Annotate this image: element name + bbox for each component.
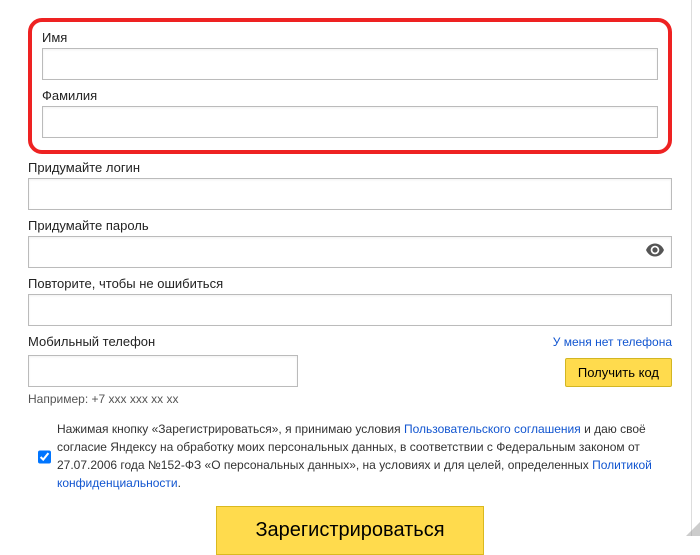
phone-example: Например: +7 xxx xxx xx xx bbox=[28, 392, 672, 406]
password-confirm-label: Повторите, чтобы не ошибиться bbox=[28, 276, 672, 291]
password-confirm-field: Повторите, чтобы не ошибиться bbox=[28, 276, 672, 326]
login-field: Придумайте логин bbox=[28, 160, 672, 210]
login-input[interactable] bbox=[28, 178, 672, 210]
terms-suffix: . bbox=[178, 476, 181, 490]
phone-label: Мобильный телефон bbox=[28, 334, 155, 349]
registration-form: Имя Фамилия Придумайте логин Придумайте … bbox=[0, 0, 700, 555]
password-confirm-input[interactable] bbox=[28, 294, 672, 326]
get-code-button[interactable]: Получить код bbox=[565, 358, 672, 387]
lastname-label: Фамилия bbox=[42, 88, 658, 103]
user-agreement-link[interactable]: Пользовательского соглашения bbox=[404, 422, 581, 436]
password-field: Придумайте пароль bbox=[28, 218, 672, 268]
lastname-input[interactable] bbox=[42, 106, 658, 138]
firstname-field: Имя bbox=[42, 30, 658, 80]
name-highlight-box: Имя Фамилия bbox=[28, 18, 672, 154]
eye-icon[interactable] bbox=[646, 244, 664, 261]
terms-text: Нажимая кнопку «Зарегистрироваться», я п… bbox=[57, 420, 672, 492]
terms-checkbox[interactable] bbox=[38, 422, 51, 492]
divider bbox=[691, 0, 692, 536]
firstname-label: Имя bbox=[42, 30, 658, 45]
phone-input[interactable] bbox=[28, 355, 298, 387]
password-input[interactable] bbox=[28, 236, 672, 268]
login-label: Придумайте логин bbox=[28, 160, 672, 175]
firstname-input[interactable] bbox=[42, 48, 658, 80]
phone-section: Мобильный телефон У меня нет телефона По… bbox=[28, 334, 672, 406]
terms-row: Нажимая кнопку «Зарегистрироваться», я п… bbox=[28, 420, 672, 492]
submit-row: Зарегистрироваться bbox=[28, 506, 672, 555]
password-label: Придумайте пароль bbox=[28, 218, 672, 233]
resize-corner-icon bbox=[686, 522, 700, 536]
register-button[interactable]: Зарегистрироваться bbox=[216, 506, 483, 555]
no-phone-link[interactable]: У меня нет телефона bbox=[553, 335, 672, 349]
terms-prefix: Нажимая кнопку «Зарегистрироваться», я п… bbox=[57, 422, 404, 436]
lastname-field: Фамилия bbox=[42, 88, 658, 138]
